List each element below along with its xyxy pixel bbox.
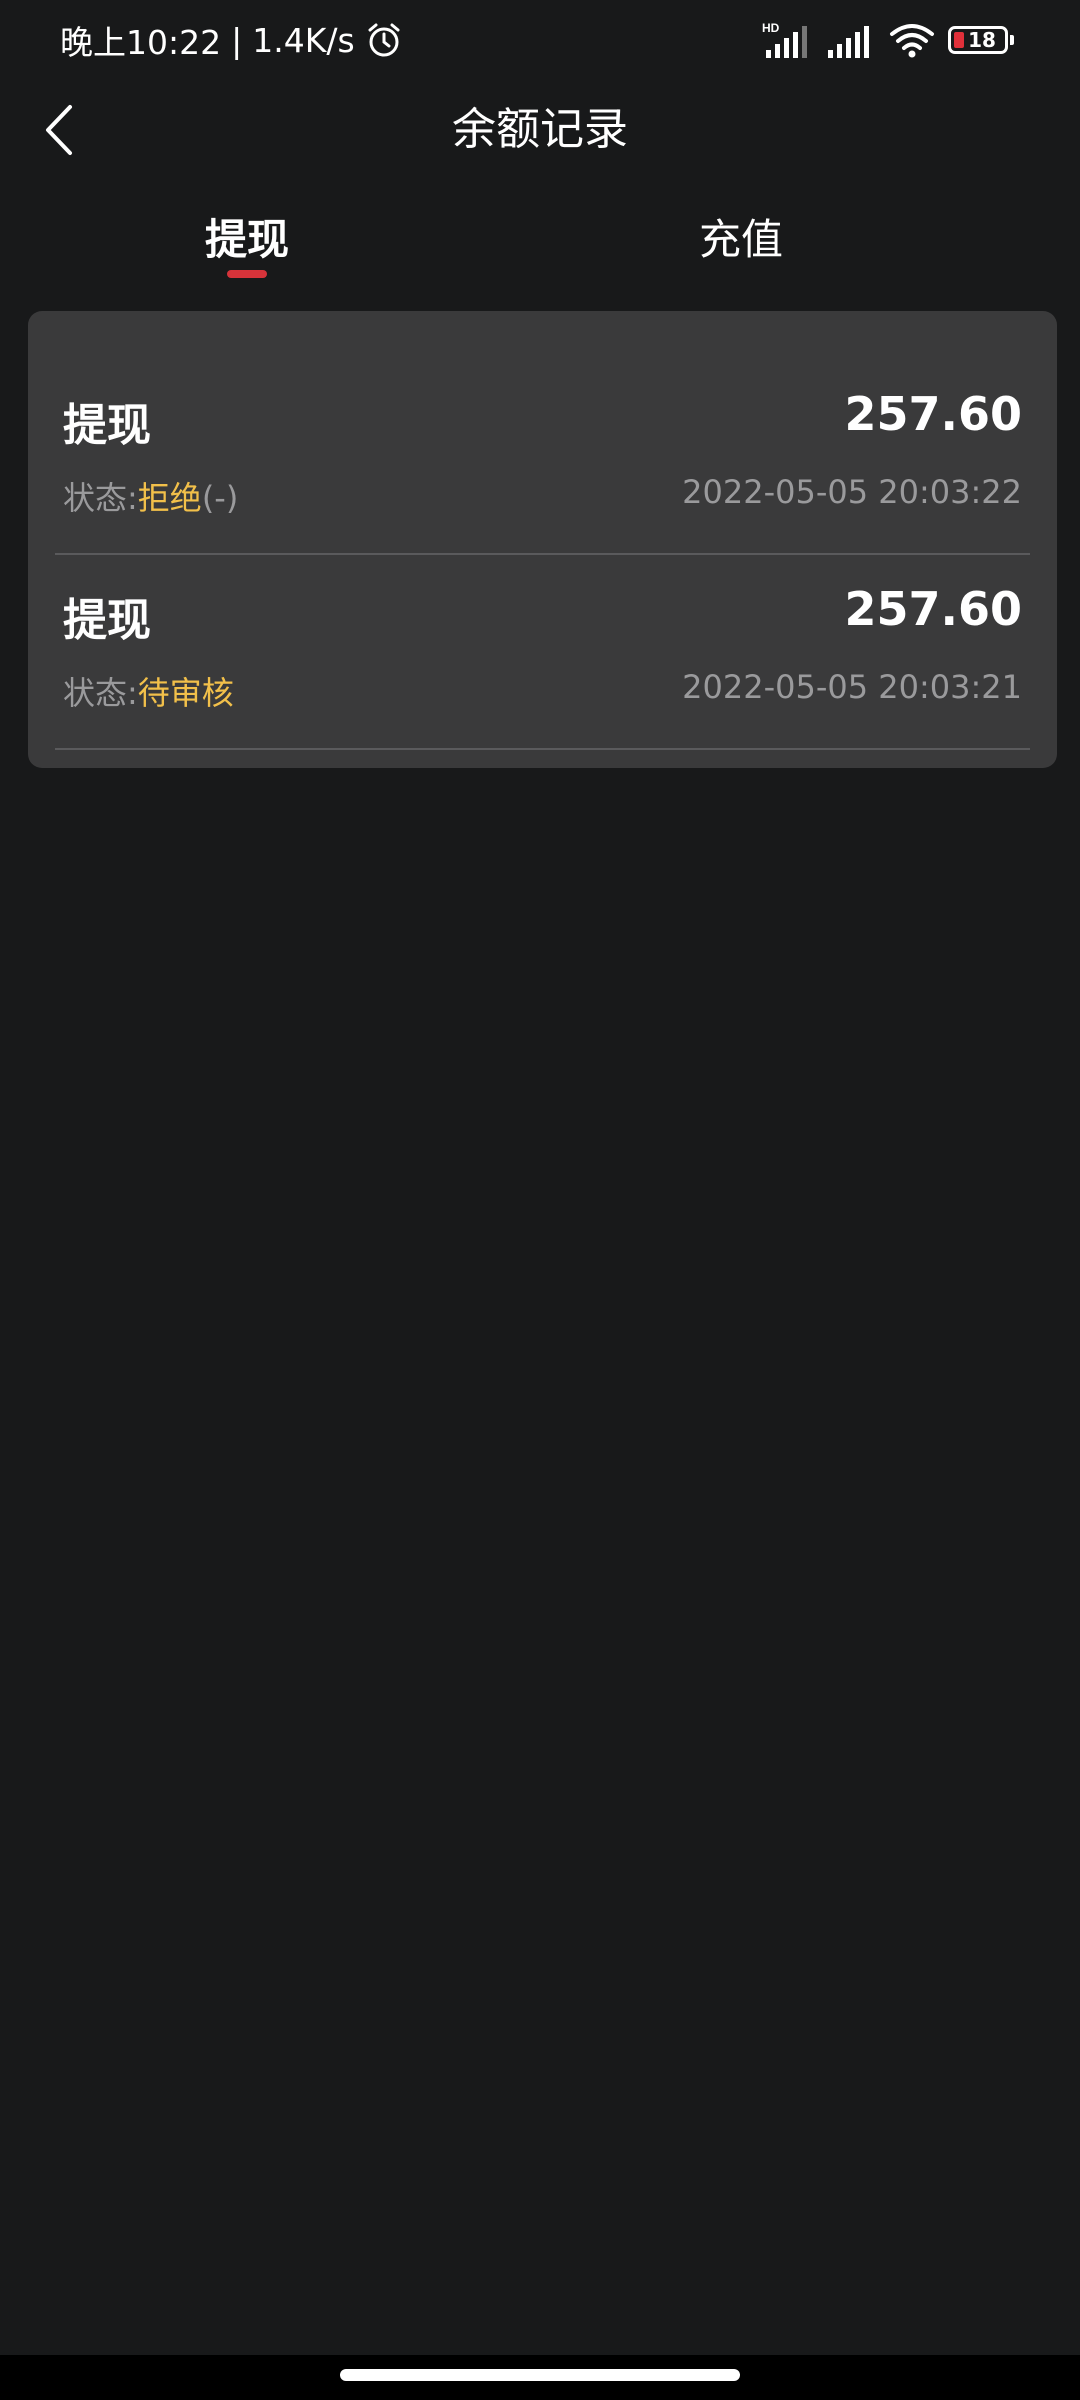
record-type: 提现 (63, 400, 151, 451)
status-value: 待审核 (137, 674, 234, 712)
status-value: 拒绝 (137, 479, 202, 517)
status-suffix: (-) (201, 479, 239, 517)
battery-body: 18 (948, 26, 1008, 54)
signal-hd-icon: HD (760, 20, 812, 60)
record-amount: 257.60 (844, 387, 1022, 441)
status-time: 晚上10:22 (60, 23, 222, 62)
battery-icon: 18 (948, 26, 1014, 54)
wifi-icon (888, 20, 936, 60)
record-amount: 257.60 (844, 582, 1022, 636)
page-title: 余额记录 (452, 104, 628, 155)
record-time: 2022-05-05 20:03:21 (682, 668, 1022, 706)
battery-cap (1010, 35, 1014, 45)
record-status: 状态:待审核 (63, 668, 234, 714)
navigation-bar (0, 2355, 1080, 2400)
battery-level: 18 (968, 28, 996, 52)
records-card: 提现 257.60 状态:拒绝(-) 2022-05-05 20:03:22 提… (28, 311, 1057, 768)
status-right: HD 18 (760, 18, 1014, 62)
record-time: 2022-05-05 20:03:22 (682, 473, 1022, 511)
tab-active-indicator (227, 270, 267, 278)
status-label: 状态: (63, 479, 138, 517)
tab-bar: 提现 充值 (0, 200, 1080, 290)
status-label: 状态: (63, 674, 138, 712)
status-left: 晚上10:22 | 1.4K/s (60, 16, 403, 64)
record-row[interactable]: 提现 257.60 状态:待审核 2022-05-05 20:03:21 (55, 556, 1030, 750)
app-header: 余额记录 (0, 80, 1080, 180)
record-type: 提现 (63, 595, 151, 646)
status-separator: | (231, 20, 243, 60)
tab-recharge[interactable]: 充值 (641, 200, 841, 280)
alarm-icon (365, 21, 403, 59)
network-speed: 1.4K/s (252, 20, 355, 60)
status-bar: 晚上10:22 | 1.4K/s HD 18 (0, 0, 1080, 80)
home-indicator[interactable] (340, 2369, 740, 2381)
record-row[interactable]: 提现 257.60 状态:拒绝(-) 2022-05-05 20:03:22 (55, 361, 1030, 555)
screen: 晚上10:22 | 1.4K/s HD 18 余额记录 提现 充值 提现 257… (0, 0, 1080, 2400)
battery-fill (954, 32, 964, 48)
hd-label: HD (762, 21, 780, 35)
signal-icon (824, 20, 876, 60)
record-status: 状态:拒绝(-) (63, 473, 238, 519)
tab-withdraw[interactable]: 提现 (147, 200, 347, 280)
